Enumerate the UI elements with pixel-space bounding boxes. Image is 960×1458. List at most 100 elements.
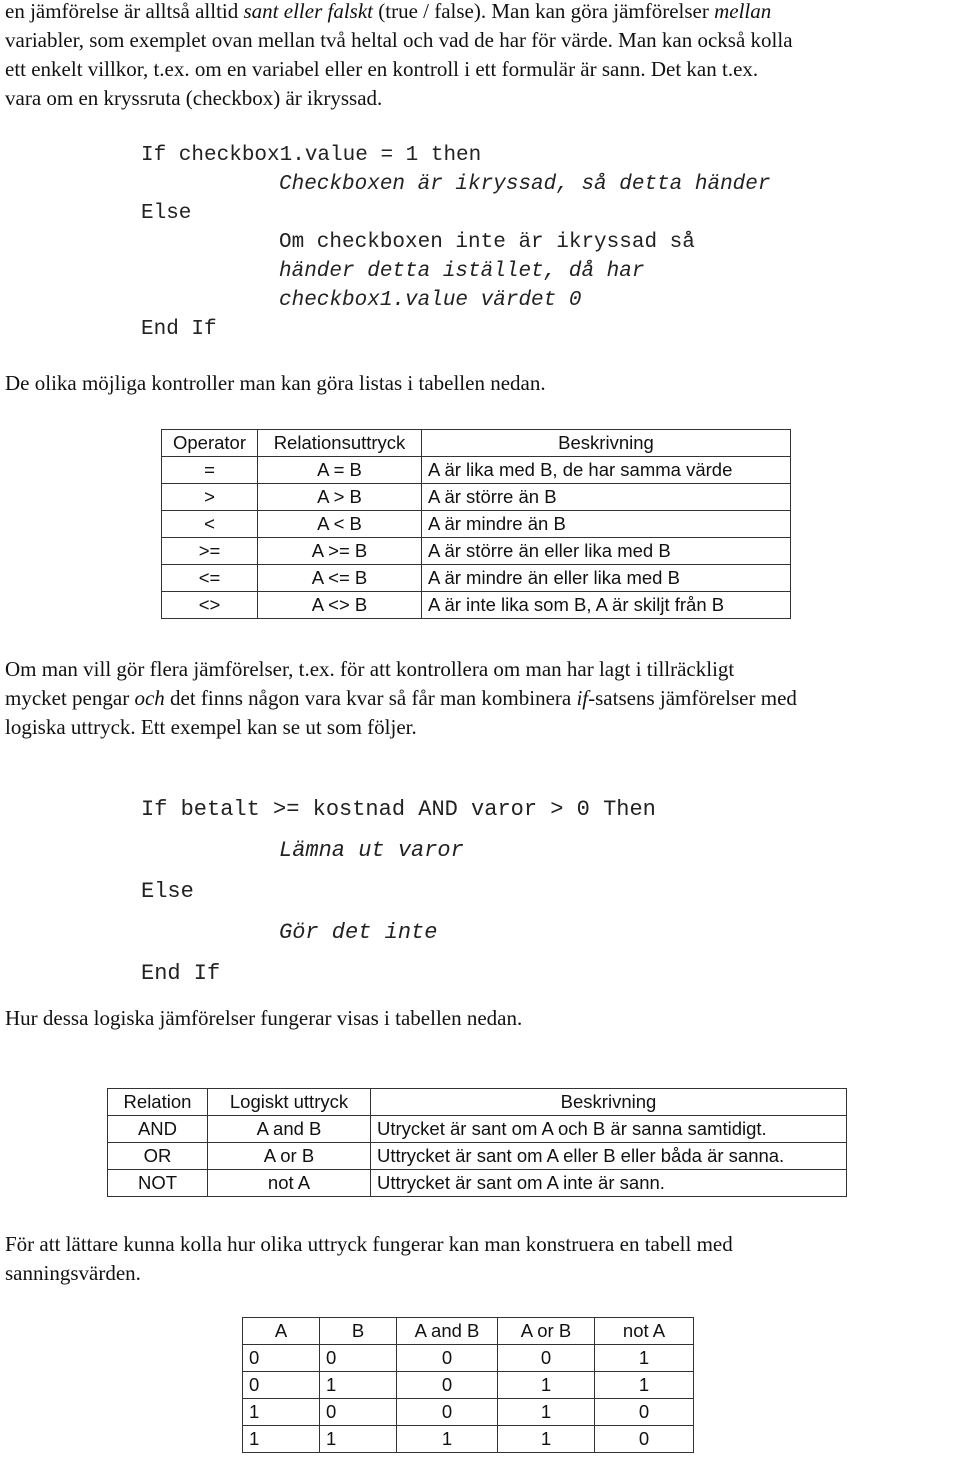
code-line-end-if: End If [141, 318, 217, 341]
table-cell: 1 [242, 1425, 320, 1453]
para-multi-line-2: mycket pengar och det finns någon vara k… [5, 684, 960, 713]
emphasis: if [576, 686, 589, 710]
table-row: 1 1 1 1 0 [242, 1425, 694, 1453]
table-cell: 1 [242, 1398, 320, 1426]
table-header: A and B [396, 1317, 498, 1345]
table-header: Logiskt uttryck [207, 1088, 371, 1116]
table-row: OR A or B Uttrycket är sant om A eller B… [107, 1142, 847, 1170]
table-cell: A < B [257, 510, 422, 538]
table-header: Relationsuttryck [257, 429, 422, 457]
table-cell: Uttrycket är sant om A inte är sann. [370, 1169, 847, 1197]
table-cell: A > B [257, 483, 422, 511]
table-cell: 1 [497, 1398, 595, 1426]
table-cell: A <> B [257, 591, 422, 619]
table-header: Beskrivning [421, 429, 791, 457]
table-row: 0 1 0 1 1 [242, 1371, 694, 1399]
para-truth-line-1: För att lättare kunna kolla hur olika ut… [5, 1232, 733, 1256]
code-line-else: Else [141, 879, 194, 904]
table-cell: 0 [497, 1344, 595, 1372]
emphasis: och [134, 686, 165, 710]
para-multi-line-1: Om man vill gör flera jämförelser, t.ex.… [5, 657, 735, 681]
code-line-else-body-3: checkbox1.value värdet 0 [279, 289, 582, 312]
intro-paragraph: en jämförelse är alltså alltid sant elle… [5, 0, 960, 113]
table-cell: A är större än eller lika med B [421, 537, 791, 565]
text: -satsens jämförelser med [588, 686, 797, 710]
table-cell: 0 [396, 1398, 498, 1426]
para-truth: För att lättare kunna kolla hur olika ut… [5, 1230, 960, 1288]
table-cell: 1 [594, 1344, 694, 1372]
code-block-purchase: If betalt >= kostnad AND varor > 0 Then … [141, 795, 656, 1000]
table-cell: A är mindre än B [421, 510, 791, 538]
code-line-else-body-1: Om checkboxen inte är ikryssad så [279, 231, 695, 254]
table-cell: A <= B [257, 564, 422, 592]
table-cell: 1 [497, 1371, 595, 1399]
logic-table: Relation Logiskt uttryck Beskrivning AND… [107, 1088, 847, 1197]
table-cell: 1 [594, 1371, 694, 1399]
table-cell: 1 [319, 1371, 397, 1399]
table-cell: A = B [257, 456, 422, 484]
table-cell: 1 [497, 1425, 595, 1453]
table-cell: 0 [396, 1371, 498, 1399]
table-cell: 0 [242, 1371, 320, 1399]
table-row: > A > B A är större än B [161, 483, 791, 511]
table-cell: A är inte lika som B, A är skiljt från B [421, 591, 791, 619]
table-header-row: Relation Logiskt uttryck Beskrivning [107, 1088, 847, 1116]
table-cell: >= [161, 537, 258, 565]
table-cell: not A [207, 1169, 371, 1197]
table-cell: 0 [594, 1425, 694, 1453]
code-line-else-body: Gör det inte [279, 920, 438, 945]
code-line-else: Else [141, 202, 192, 225]
table-cell: 0 [319, 1344, 397, 1372]
table-header: A [242, 1317, 320, 1345]
emphasis: sant eller falskt [243, 0, 374, 23]
table-cell: A and B [207, 1115, 371, 1143]
para-logic: Hur dessa logiska jämförelser fungerar v… [5, 1006, 523, 1030]
para-controls: De olika möjliga kontroller man kan göra… [5, 371, 546, 395]
table-row: AND A and B Utrycket är sant om A och B … [107, 1115, 847, 1143]
para-truth-line-2: sanningsvärden. [5, 1261, 141, 1285]
code-block-checkbox: If checkbox1.value = 1 then Checkboxen ä… [141, 141, 770, 344]
table-cell: 0 [319, 1398, 397, 1426]
table-cell: 1 [319, 1425, 397, 1453]
code-line-then-body: Lämna ut varor [279, 838, 464, 863]
table-row: >= A >= B A är större än eller lika med … [161, 537, 791, 565]
para-multi-line-3: logiska uttryck. Ett exempel kan se ut s… [5, 715, 417, 739]
table-row: = A = B A är lika med B, de har samma vä… [161, 456, 791, 484]
table-cell: OR [107, 1142, 208, 1170]
table-row: 0 0 0 0 1 [242, 1344, 694, 1372]
text: mycket pengar [5, 686, 135, 710]
para-multi: Om man vill gör flera jämförelser, t.ex.… [5, 655, 960, 742]
code-line-if: If betalt >= kostnad AND varor > 0 Then [141, 797, 656, 822]
text: en jämförelse är alltså alltid [5, 0, 244, 23]
table-row: NOT not A Uttrycket är sant om A inte är… [107, 1169, 847, 1197]
table-row: <= A <= B A är mindre än eller lika med … [161, 564, 791, 592]
code-line-if: If checkbox1.value = 1 then [141, 144, 482, 167]
table-cell: = [161, 456, 258, 484]
table-cell: 0 [594, 1398, 694, 1426]
table-cell: A är lika med B, de har samma värde [421, 456, 791, 484]
table-row: 1 0 0 1 0 [242, 1398, 694, 1426]
table-cell: 0 [242, 1344, 320, 1372]
intro-line-4: vara om en kryssruta (checkbox) är ikrys… [5, 86, 383, 110]
code-line-end-if: End If [141, 961, 221, 986]
table-cell: 0 [396, 1344, 498, 1372]
table-header: B [319, 1317, 397, 1345]
table-cell: Utrycket är sant om A och B är sanna sam… [370, 1115, 847, 1143]
table-header: Operator [161, 429, 258, 457]
table-row: < A < B A är mindre än B [161, 510, 791, 538]
table-cell: A >= B [257, 537, 422, 565]
table-cell: <= [161, 564, 258, 592]
table-cell: NOT [107, 1169, 208, 1197]
table-row: <> A <> B A är inte lika som B, A är ski… [161, 591, 791, 619]
table-cell: A är större än B [421, 483, 791, 511]
table-cell: <> [161, 591, 258, 619]
table-header: Beskrivning [370, 1088, 847, 1116]
intro-line-1: en jämförelse är alltså alltid sant elle… [5, 0, 960, 26]
table-header: Relation [107, 1088, 208, 1116]
table-cell: Uttrycket är sant om A eller B eller båd… [370, 1142, 847, 1170]
table-header-row: A B A and B A or B not A [242, 1317, 694, 1345]
intro-line-2: variabler, som exemplet ovan mellan två … [5, 28, 793, 52]
table-header-row: Operator Relationsuttryck Beskrivning [161, 429, 791, 457]
operator-table: Operator Relationsuttryck Beskrivning = … [161, 429, 791, 619]
table-cell: < [161, 510, 258, 538]
